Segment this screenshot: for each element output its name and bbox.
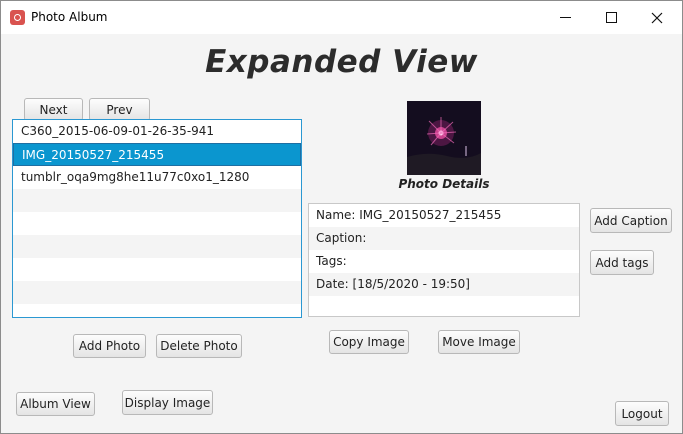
window-title: Photo Album bbox=[31, 10, 108, 24]
next-button[interactable]: Next bbox=[24, 98, 83, 121]
minimize-icon bbox=[559, 17, 571, 18]
photo-details-title: Photo Details bbox=[398, 177, 490, 191]
maximize-icon bbox=[605, 12, 617, 23]
photo-list-item-selected[interactable]: IMG_20150527_215455 bbox=[13, 143, 301, 166]
photo-details-panel: Name: IMG_20150527_215455 Caption: Tags:… bbox=[308, 203, 580, 317]
detail-tags: Tags: bbox=[316, 254, 347, 268]
detail-caption: Caption: bbox=[309, 227, 579, 250]
empty-list-row bbox=[13, 281, 301, 304]
display-image-button[interactable]: Display Image bbox=[122, 390, 213, 415]
empty-list-row bbox=[13, 258, 301, 281]
photo-list[interactable]: C360_2015-06-09-01-26-35-941 IMG_2015052… bbox=[12, 119, 302, 318]
logout-button[interactable]: Logout bbox=[615, 401, 669, 426]
photo-list-item[interactable]: tumblr_oqa9mg8he11u77c0xo1_1280 bbox=[13, 166, 301, 189]
empty-list-row bbox=[13, 189, 301, 212]
photo-album-app-icon bbox=[10, 10, 25, 25]
add-tags-button[interactable]: Add tags bbox=[590, 250, 654, 275]
photo-list-item[interactable]: C360_2015-06-09-01-26-35-941 bbox=[13, 120, 301, 143]
add-caption-button[interactable]: Add Caption bbox=[590, 208, 672, 233]
title-bar: Photo Album bbox=[1, 1, 682, 34]
prev-button[interactable]: Prev bbox=[89, 98, 150, 121]
minimize-button[interactable] bbox=[542, 1, 588, 34]
copy-image-button[interactable]: Copy Image bbox=[329, 330, 409, 354]
detail-date: Date: [18/5/2020 - 19:50] bbox=[309, 273, 579, 296]
detail-name: Name: IMG_20150527_215455 bbox=[316, 208, 502, 222]
maximize-button[interactable] bbox=[588, 1, 634, 34]
photo-thumbnail bbox=[407, 101, 481, 175]
close-icon bbox=[651, 12, 663, 23]
move-image-button[interactable]: Move Image bbox=[438, 330, 520, 354]
empty-list-row bbox=[13, 212, 301, 235]
delete-photo-button[interactable]: Delete Photo bbox=[156, 334, 242, 358]
empty-list-row bbox=[13, 235, 301, 258]
page-title: Expanded View bbox=[205, 44, 478, 80]
close-button[interactable] bbox=[634, 1, 680, 34]
album-view-button[interactable]: Album View bbox=[16, 392, 95, 416]
app-window: Photo Album Expanded View Next Prev C360… bbox=[0, 0, 683, 434]
add-photo-button[interactable]: Add Photo bbox=[73, 334, 146, 358]
